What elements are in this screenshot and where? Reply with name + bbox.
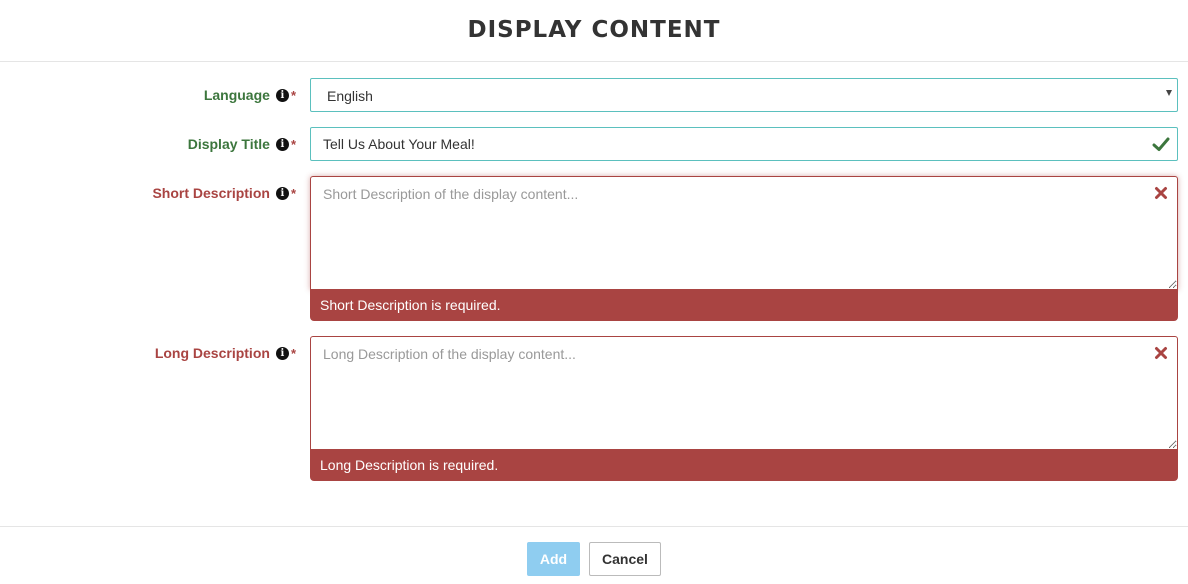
page-title: DISPLAY CONTENT [467,17,721,43]
info-icon[interactable]: i [275,186,289,200]
x-mark-icon [1155,347,1167,359]
short-description-textarea[interactable] [310,176,1178,290]
display-title-input[interactable] [310,127,1178,161]
long-description-label-text: Long Description [154,345,270,361]
required-marker: * [290,87,296,103]
info-icon[interactable]: i [275,346,289,360]
required-marker: * [290,136,296,152]
add-button[interactable]: Add [527,542,580,576]
required-marker: * [290,345,296,361]
x-mark-icon [1155,187,1167,199]
language-label-text: Language [203,87,270,103]
checkmark-icon [1152,137,1170,151]
short-description-error: Short Description is required. [310,289,1178,321]
caret-down-icon [1166,90,1172,96]
short-description-label: Short Description i * [0,176,296,210]
long-description-label: Long Description i * [0,336,296,370]
language-select-value: English [327,88,373,104]
long-description-error: Long Description is required. [310,449,1178,481]
short-description-label-text: Short Description [152,185,270,201]
info-icon[interactable]: i [275,137,289,151]
cancel-button[interactable]: Cancel [589,542,661,576]
language-label: Language i * [0,78,296,112]
long-description-textarea[interactable] [310,336,1178,450]
language-select[interactable]: English [310,78,1178,112]
required-marker: * [290,185,296,201]
display-title-label: Display Title i * [0,127,296,161]
modal-header: DISPLAY CONTENT [0,0,1188,62]
info-icon[interactable]: i [275,88,289,102]
display-title-label-text: Display Title [187,136,270,152]
